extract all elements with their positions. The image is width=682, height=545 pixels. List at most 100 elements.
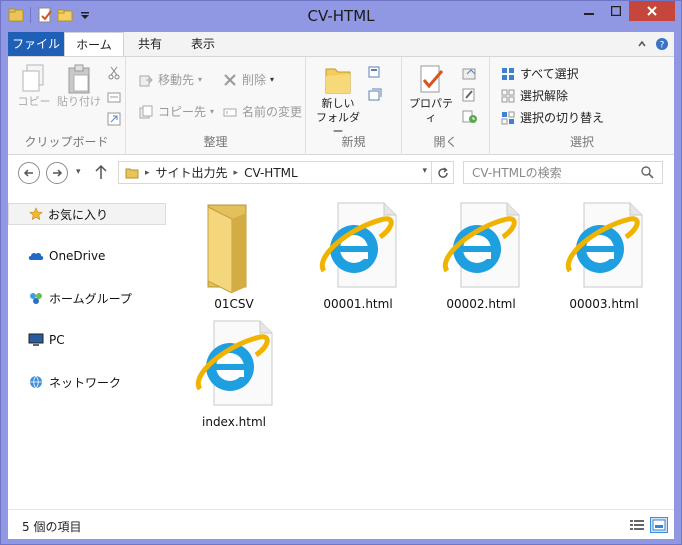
computer-icon xyxy=(28,333,44,346)
open-icon[interactable] xyxy=(462,65,478,81)
file-item[interactable]: index.html xyxy=(179,315,289,433)
help-icon[interactable]: ? xyxy=(654,36,670,52)
move-to-icon xyxy=(138,72,154,88)
copy-to-label: コピー先 xyxy=(158,105,207,119)
history-icon[interactable] xyxy=(462,109,478,125)
dropdown-arrow-icon: ▾ xyxy=(198,75,203,84)
properties-label: プロパティ xyxy=(409,97,453,124)
cut-icon[interactable] xyxy=(106,65,122,81)
invert-selection-icon xyxy=(500,110,516,126)
nav-favorites[interactable]: お気に入り xyxy=(8,203,166,225)
large-icons-view-icon xyxy=(652,519,666,531)
file-item[interactable]: 00003.html xyxy=(549,197,659,315)
svg-text:?: ? xyxy=(660,41,665,51)
nav-pc[interactable]: PC xyxy=(8,329,166,351)
file-name: 00002.html xyxy=(446,297,516,311)
select-none-icon xyxy=(500,88,516,104)
folder-system-icon[interactable] xyxy=(7,6,25,24)
file-item[interactable]: 01CSV xyxy=(179,197,289,315)
select-group-label: 選択 xyxy=(569,135,594,149)
customize-toolbar-icon[interactable] xyxy=(76,6,94,24)
paste-icon xyxy=(68,64,90,94)
breadcrumb-separator-icon[interactable]: ▸ xyxy=(234,168,239,178)
new-item-icon[interactable] xyxy=(368,65,384,81)
title-bar: CV-HTML xyxy=(1,1,681,31)
select-none-label: 選択解除 xyxy=(520,89,569,103)
new-group-label: 新規 xyxy=(341,135,366,149)
nav-homegroup[interactable]: ホームグループ xyxy=(8,287,166,309)
details-view-icon xyxy=(630,520,644,530)
breadcrumb-cv-html[interactable]: CV-HTML xyxy=(244,166,298,180)
clipboard-group: コピー 貼り付け クリップボード xyxy=(8,57,126,155)
back-button[interactable] xyxy=(18,162,40,184)
refresh-button[interactable] xyxy=(432,161,454,184)
select-none-button[interactable]: 選択解除 xyxy=(500,87,568,104)
breadcrumb-separator-icon[interactable]: ▸ xyxy=(145,168,150,178)
folder-icon xyxy=(186,197,282,294)
rename-button[interactable]: 名前の変更 xyxy=(222,103,302,120)
copy-to-button[interactable]: コピー先 ▾ xyxy=(138,103,214,120)
copy-button[interactable]: コピー xyxy=(16,63,52,109)
new-folder-label-line1: 新しい xyxy=(321,97,355,110)
ie-html-file-icon xyxy=(310,197,406,293)
tab-view[interactable]: 表示 xyxy=(178,32,228,56)
navigation-bar: ▾ ▸ サイト出力先 ▸ CV-HTML ▾ CV-HTMLの検索 xyxy=(8,155,674,191)
address-history-dropdown-icon[interactable]: ▾ xyxy=(422,166,427,176)
nav-network-label: ネットワーク xyxy=(49,375,122,390)
delete-label: 削除 xyxy=(242,73,267,87)
select-all-button[interactable]: すべて選択 xyxy=(500,65,579,82)
paste-button[interactable]: 貼り付け xyxy=(56,63,102,109)
delete-button[interactable]: 削除 ▾ xyxy=(222,71,274,88)
recent-locations-icon[interactable]: ▾ xyxy=(76,167,81,177)
dropdown-arrow-icon: ▾ xyxy=(210,107,215,116)
large-icons-view-button[interactable] xyxy=(650,517,668,533)
properties-button[interactable]: プロパティ xyxy=(406,63,456,125)
new-folder-icon[interactable] xyxy=(56,6,74,24)
properties-icon[interactable] xyxy=(36,6,54,24)
breadcrumb-output-folder[interactable]: サイト出力先 xyxy=(156,164,228,181)
file-item[interactable]: 00001.html xyxy=(303,197,413,315)
forward-arrow-icon xyxy=(53,169,63,177)
address-bar[interactable]: ▸ サイト出力先 ▸ CV-HTML ▾ xyxy=(118,161,432,184)
file-name: 00003.html xyxy=(569,297,639,311)
star-icon xyxy=(29,207,43,221)
tab-file[interactable]: ファイル xyxy=(8,32,64,56)
invert-selection-button[interactable]: 選択の切り替え xyxy=(500,109,604,126)
edit-icon[interactable] xyxy=(462,87,478,103)
clipboard-group-label: クリップボード xyxy=(24,135,109,149)
details-view-button[interactable] xyxy=(628,517,646,533)
search-icon xyxy=(641,166,654,179)
maximize-button[interactable] xyxy=(602,1,629,21)
search-box[interactable]: CV-HTMLの検索 xyxy=(463,161,663,184)
easy-access-icon[interactable] xyxy=(368,87,384,103)
content-area: お気に入り OneDrive ホームグループ PC ネットワーク 01CSV 0… xyxy=(8,191,674,509)
new-folder-button[interactable]: 新しい フォルダー xyxy=(312,63,364,139)
dropdown-arrow-icon: ▾ xyxy=(270,75,275,84)
copy-to-icon xyxy=(138,104,154,120)
up-button[interactable] xyxy=(94,163,108,184)
rename-icon xyxy=(222,104,238,120)
back-arrow-icon xyxy=(23,169,33,177)
ribbon-tab-row: ファイル ホーム 共有 表示 ? xyxy=(8,32,674,57)
minimize-button[interactable] xyxy=(575,1,602,21)
paste-shortcut-icon[interactable] xyxy=(106,111,122,127)
select-all-icon xyxy=(500,66,516,82)
ribbon: コピー 貼り付け クリップボード 移動先 ▾ コピー先 ▾ 削除 ▾ 名前の変更… xyxy=(8,56,674,155)
forward-button[interactable] xyxy=(46,162,68,184)
move-to-button[interactable]: 移動先 ▾ xyxy=(138,71,202,88)
copy-path-icon[interactable] xyxy=(106,89,122,105)
nav-network[interactable]: ネットワーク xyxy=(8,371,166,393)
network-icon xyxy=(30,375,42,389)
tab-share[interactable]: 共有 xyxy=(130,32,170,56)
file-list: 01CSV 00001.html 00002.html 00003.html i… xyxy=(173,191,673,509)
close-button[interactable] xyxy=(629,1,675,21)
organize-group: 移動先 ▾ コピー先 ▾ 削除 ▾ 名前の変更 整理 xyxy=(126,57,306,155)
file-item[interactable]: 00002.html xyxy=(426,197,536,315)
select-group: すべて選択 選択解除 選択の切り替え 選択 xyxy=(490,57,674,155)
open-group-label: 開く xyxy=(433,135,458,149)
nav-onedrive[interactable]: OneDrive xyxy=(8,245,166,267)
tab-home[interactable]: ホーム xyxy=(64,32,124,57)
move-to-label: 移動先 xyxy=(158,73,195,87)
open-group: プロパティ 開く xyxy=(402,57,490,155)
collapse-ribbon-icon[interactable] xyxy=(634,36,650,52)
